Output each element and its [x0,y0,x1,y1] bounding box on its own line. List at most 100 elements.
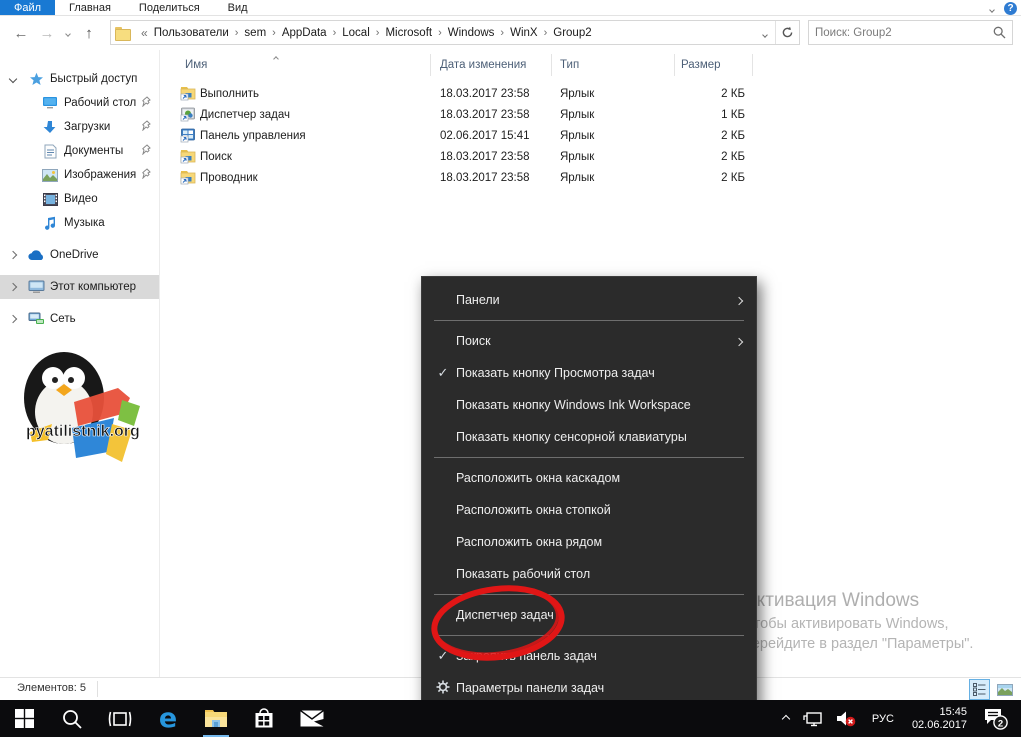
search-box[interactable] [808,20,1013,45]
file-modified: 18.03.2017 23:58 [440,172,530,184]
file-type: Ярлык [560,130,594,142]
breadcrumb-separator-icon: › [266,27,282,39]
network-status-icon[interactable] [796,700,829,737]
mail-icon[interactable] [288,700,336,737]
breadcrumb-separator-icon: › [370,27,386,39]
column-header-modified[interactable]: Дата изменения [440,59,526,71]
file-row[interactable]: Диспетчер задач 18.03.2017 23:58 Ярлык 1… [160,104,920,125]
menu-item-lock-taskbar[interactable]: ✓ Закрепить панель задач [422,640,756,672]
tray-chevron-up-icon[interactable] [776,700,796,737]
sidebar-item-pictures[interactable]: Изображения [0,163,159,187]
start-button[interactable] [0,700,48,737]
column-resizer[interactable] [430,54,431,76]
column-header-size[interactable]: Размер [681,59,721,71]
address-bar[interactable]: « Пользователи › sem › AppData › Local ›… [110,20,800,45]
edge-browser-icon[interactable]: e [144,700,192,737]
chevron-down-icon[interactable] [0,76,26,82]
sidebar-item-label: Сеть [50,313,76,325]
file-size: 2 КБ [674,88,745,100]
help-icon[interactable]: ? [1004,2,1017,15]
menu-item-label: Расположить окна рядом [456,535,602,549]
file-explorer-icon[interactable] [192,700,240,737]
music-icon [40,216,60,231]
column-resizer[interactable] [674,54,675,76]
breadcrumb-item[interactable]: Windows [448,27,495,39]
chevron-right-icon[interactable] [0,316,26,322]
menu-item-show-touch-keyboard[interactable]: Показать кнопку сенсорной клавиатуры [422,421,756,453]
refresh-icon[interactable] [775,21,799,44]
breadcrumb-item[interactable]: Local [342,27,370,39]
breadcrumb-item[interactable]: Пользователи [154,27,229,39]
file-row[interactable]: Выполнить 18.03.2017 23:58 Ярлык 2 КБ [160,83,920,104]
sidebar-item-music[interactable]: Музыка [0,211,159,235]
menu-item-side-by-side-windows[interactable]: Расположить окна рядом [422,526,756,558]
file-modified: 02.06.2017 15:41 [440,130,530,142]
menu-item-show-task-view[interactable]: ✓ Показать кнопку Просмотра задач [422,357,756,389]
check-icon: ✓ [434,365,452,381]
sidebar-item-downloads[interactable]: Загрузки [0,115,159,139]
file-row[interactable]: Проводник 18.03.2017 23:58 Ярлык 2 КБ [160,167,920,188]
menu-item-toolbars[interactable]: Панели [422,284,756,316]
sidebar-item-quick-access[interactable]: Быстрый доступ [0,67,159,91]
language-indicator[interactable]: РУС [863,713,903,725]
up-button[interactable]: ↑ [76,25,102,42]
expand-ribbon-icon[interactable] [990,0,994,17]
menu-item-cascade-windows[interactable]: Расположить окна каскадом [422,462,756,494]
menu-item-search[interactable]: Поиск [422,325,756,357]
column-header-name[interactable]: Имя [185,59,207,71]
action-center-icon[interactable]: 2 [976,700,1021,737]
shortcut-control-panel-icon [180,127,196,146]
breadcrumb-item[interactable]: sem [244,27,266,39]
navigation-bar: ← → ↑ « Пользователи › sem › AppData › L… [0,16,1021,50]
tab-share[interactable]: Поделиться [125,0,214,15]
sidebar-item-desktop[interactable]: Рабочий стол [0,91,159,115]
menu-item-task-manager[interactable]: Диспетчер задач [422,599,756,631]
menu-item-show-ink-workspace[interactable]: Показать кнопку Windows Ink Workspace [422,389,756,421]
file-row[interactable]: Панель управления 02.06.2017 15:41 Ярлык… [160,125,920,146]
back-button[interactable]: ← [8,25,34,42]
store-icon[interactable] [240,700,288,737]
column-resizer[interactable] [752,54,753,76]
volume-muted-icon[interactable] [829,700,863,737]
column-resizer[interactable] [551,54,552,76]
breadcrumb-separator-icon: › [327,27,343,39]
menu-item-label: Показать кнопку сенсорной клавиатуры [456,430,687,444]
breadcrumb-item[interactable]: WinX [510,27,537,39]
sidebar-item-this-pc[interactable]: Этот компьютер [0,275,159,299]
sidebar-item-documents[interactable]: Документы [0,139,159,163]
shortcut-folder-icon [180,85,196,104]
thumbnails-view-button[interactable] [994,679,1015,700]
breadcrumb-item[interactable]: Microsoft [385,27,432,39]
taskbar-search-button[interactable] [48,700,96,737]
task-view-button[interactable] [96,700,144,737]
menu-item-stack-windows[interactable]: Расположить окна стопкой [422,494,756,526]
tab-home[interactable]: Главная [55,0,125,15]
collapsed-path-icon[interactable]: « [135,26,154,40]
search-input[interactable] [815,27,993,39]
pin-icon [141,96,151,110]
chevron-right-icon[interactable] [0,252,26,258]
menu-item-label: Показать кнопку Windows Ink Workspace [456,398,691,412]
chevron-right-icon[interactable] [0,284,26,290]
column-header-type[interactable]: Тип [560,59,579,71]
sidebar-item-videos[interactable]: Видео [0,187,159,211]
tab-file[interactable]: Файл [0,0,55,15]
file-name: Проводник [200,172,258,184]
tab-view[interactable]: Вид [214,0,262,15]
breadcrumb-separator-icon: › [494,27,510,39]
ribbon-tab-bar: Файл Главная Поделиться Вид ? [0,0,1021,16]
column-headers: Имя Дата изменения Тип Размер [160,50,1021,80]
menu-item-show-desktop[interactable]: Показать рабочий стол [422,558,756,590]
submenu-arrow-icon [736,334,742,348]
clock[interactable]: 15:45 02.06.2017 [903,706,976,732]
forward-button[interactable]: → [34,25,60,42]
recent-locations-icon[interactable] [60,28,76,38]
sidebar-item-onedrive[interactable]: OneDrive [0,243,159,267]
file-row[interactable]: Поиск 18.03.2017 23:58 Ярлык 2 КБ [160,146,920,167]
search-icon[interactable] [993,26,1006,39]
breadcrumb-item[interactable]: AppData [282,27,327,39]
address-dropdown-icon[interactable] [755,24,775,42]
details-view-button[interactable] [969,679,990,700]
sidebar-item-network[interactable]: Сеть [0,307,159,331]
breadcrumb-item[interactable]: Group2 [553,27,591,39]
